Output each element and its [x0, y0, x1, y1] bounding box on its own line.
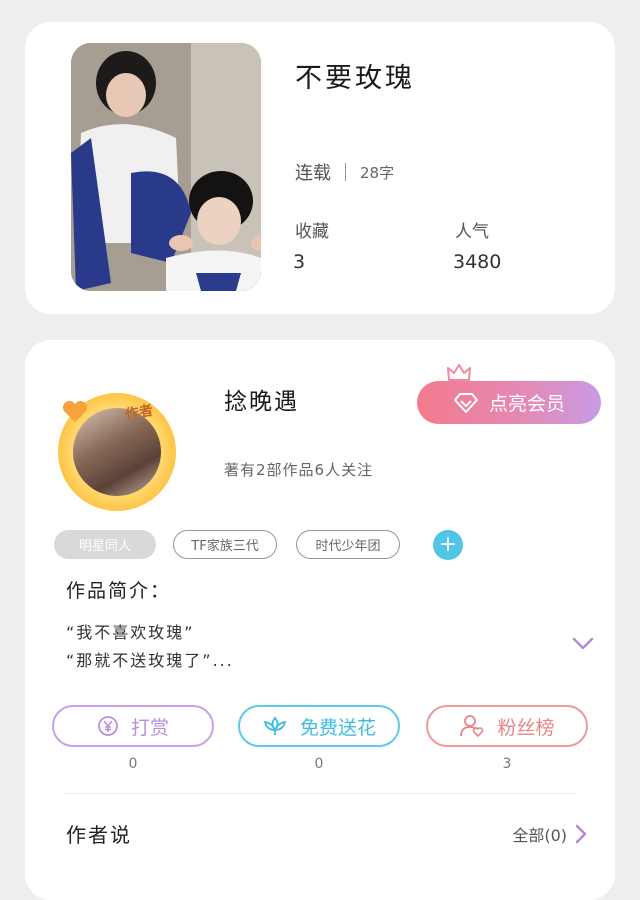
- reward-label: 打赏: [130, 716, 169, 739]
- chevron-down-icon[interactable]: [572, 637, 594, 651]
- free-flower-button[interactable]: 免费送花: [238, 705, 400, 747]
- reward-count: 0: [128, 756, 138, 772]
- tag-tf-family[interactable]: TF家族三代: [173, 530, 277, 559]
- yen-coin-icon: [97, 715, 119, 737]
- flower-count: 0: [314, 756, 324, 772]
- fans-ranking-button[interactable]: 粉丝榜: [426, 705, 588, 747]
- favorites-label: 收藏: [295, 222, 329, 242]
- author-card: 作者 捻晚遇 著有2部作品6人关注 点亮会员 明星同人 TF家族三代 时代少年团…: [25, 340, 615, 900]
- chevron-right-icon: [575, 824, 587, 844]
- intro-line: “那就不送玫瑰了”...: [66, 651, 234, 670]
- reward-button[interactable]: 打赏: [52, 705, 214, 747]
- tag-tnt[interactable]: 时代少年团: [296, 530, 400, 559]
- heart-decoration-icon: [62, 400, 88, 422]
- word-count: 28字: [360, 163, 395, 182]
- popularity-value: 3480: [453, 251, 502, 273]
- favorites-value: 3: [293, 251, 306, 273]
- user-heart-icon: [459, 714, 485, 738]
- flower-label: 免费送花: [299, 716, 376, 739]
- book-cover-image[interactable]: [71, 43, 261, 291]
- author-meta: 著有2部作品6人关注: [224, 461, 374, 479]
- serial-status: 连载: [295, 163, 331, 184]
- lotus-flower-icon: [262, 715, 288, 737]
- book-status-row: 连载 28字: [295, 159, 394, 185]
- tag-star-fanfic[interactable]: 明星同人: [54, 530, 156, 559]
- fans-count: 3: [502, 756, 512, 772]
- book-title: 不要玫瑰: [295, 63, 415, 94]
- book-info-card: 不要玫瑰 连载 28字 收藏 3 人气 3480: [25, 22, 615, 314]
- add-tag-button[interactable]: +: [433, 530, 463, 560]
- popularity-label: 人气: [455, 222, 489, 242]
- all-label: 全部(0): [512, 826, 567, 845]
- diamond-icon: [453, 392, 479, 414]
- divider: [65, 793, 575, 794]
- author-say-all-link[interactable]: 全部(0): [512, 822, 587, 846]
- author-say-title: 作者说: [66, 823, 132, 847]
- vip-label: 点亮会员: [488, 393, 565, 415]
- intro-line: “我不喜欢玫瑰”: [66, 623, 195, 642]
- intro-title: 作品简介：: [66, 580, 172, 602]
- author-avatar[interactable]: 作者: [53, 388, 183, 511]
- divider: [345, 163, 346, 181]
- author-name: 捻晚遇: [224, 389, 299, 415]
- cover-photo-illustration: [71, 43, 261, 291]
- activate-vip-button[interactable]: 点亮会员: [417, 381, 601, 424]
- fans-label: 粉丝榜: [497, 716, 555, 739]
